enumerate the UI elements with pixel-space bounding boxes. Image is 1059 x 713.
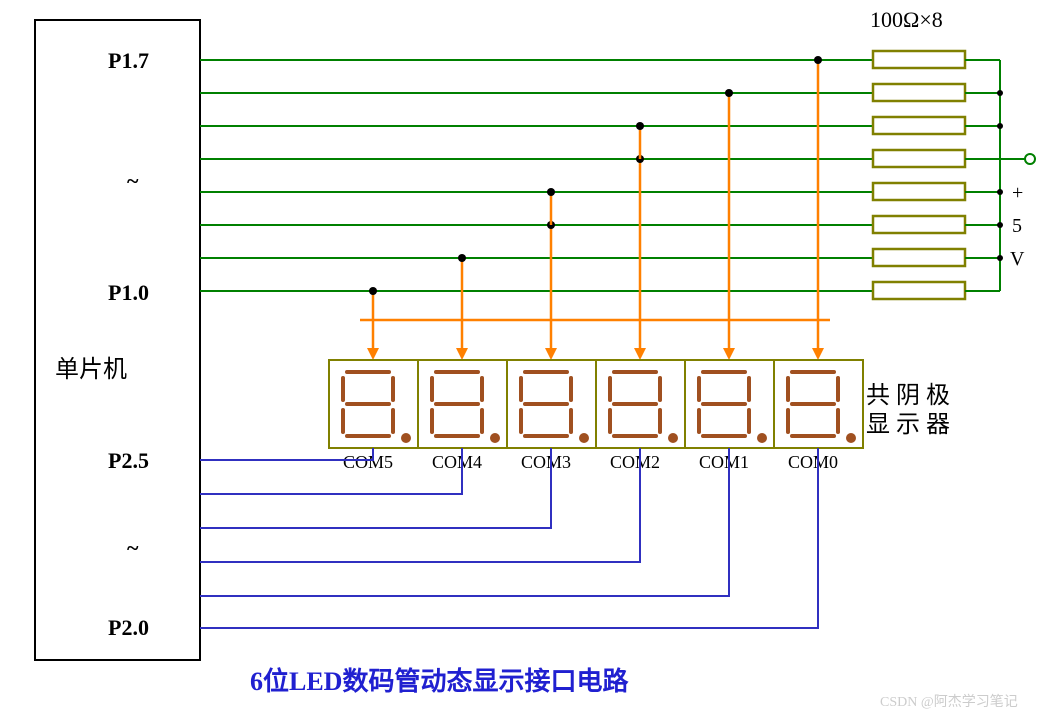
segment-taps	[360, 56, 830, 360]
seven-seg-array	[329, 360, 863, 448]
watermark: CSDN @阿杰学习笔记	[880, 694, 1018, 710]
resistor-array: 100Ω×8	[870, 7, 965, 299]
display-type-1: 共 阴 极	[866, 382, 950, 409]
diagram-title: 6位LED数码管动态显示接口电路	[250, 666, 629, 696]
label-tilde1: ~	[127, 168, 139, 193]
com3-label: COM3	[521, 452, 571, 472]
label-p17: P1.7	[108, 48, 149, 73]
resistor-label: 100Ω×8	[870, 7, 943, 32]
psu-v: V	[1010, 248, 1025, 270]
label-tilde2: ~	[127, 535, 139, 560]
com2-label: COM2	[610, 452, 660, 472]
circuit-diagram: 单片机 P1.7 ~ P1.0 P2.5 ~ P2.0 100Ω×8	[0, 0, 1059, 713]
p2-bus	[200, 448, 818, 628]
com0-label: COM0	[788, 452, 838, 472]
psu-five: 5	[1012, 215, 1022, 237]
label-p20: P2.0	[108, 615, 149, 640]
psu-plus: +	[1012, 182, 1023, 204]
com5-label: COM5	[343, 452, 393, 472]
mcu-box	[35, 20, 200, 660]
p1-bus	[200, 60, 873, 291]
label-p10: P1.0	[108, 280, 149, 305]
resistor-out	[965, 60, 1035, 291]
com1-label: COM1	[699, 452, 749, 472]
com4-label: COM4	[432, 452, 482, 472]
display-type-2: 显 示 器	[866, 412, 950, 438]
label-p25: P2.5	[108, 448, 149, 473]
mcu-title: 单片机	[55, 356, 127, 383]
